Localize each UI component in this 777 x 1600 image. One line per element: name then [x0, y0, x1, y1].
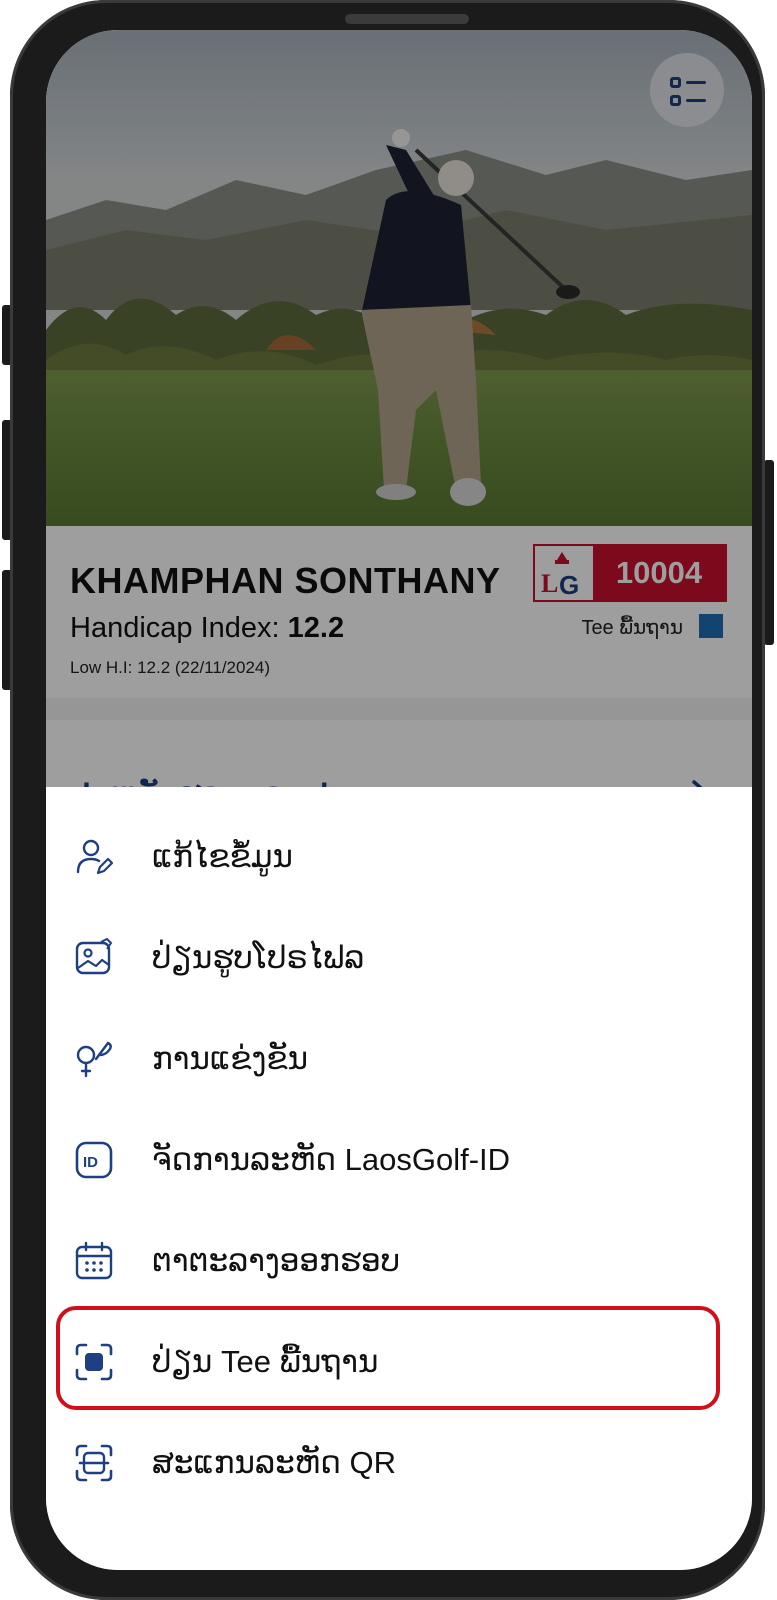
menu-item-change-photo[interactable]: ປ່ຽນຮູບໂປຣໄຟລ — [46, 910, 752, 1006]
calendar-icon — [75, 1241, 113, 1280]
menu-item-change-default-tee[interactable]: ປ່ຽນ Tee ພື້ນຖານ — [46, 1314, 752, 1410]
phone-frame: KHAMPHAN SONTHANY Handicap Index: 12.2 L… — [10, 0, 765, 1600]
menu-item-scan-qr[interactable]: ສະແກນລະຫັດ QR — [46, 1415, 752, 1511]
app-screen: KHAMPHAN SONTHANY Handicap Index: 12.2 L… — [46, 30, 752, 1570]
phone-power-button — [764, 460, 774, 645]
qr-scan-icon — [75, 1444, 113, 1482]
menu-item-label: ສະແກນລະຫັດ QR — [152, 1445, 396, 1480]
modal-backdrop[interactable] — [46, 30, 752, 790]
id-badge-icon: ID — [75, 1141, 113, 1179]
profile-options-sheet: ແກ້ໄຂຂໍ້ມູນ ປ່ຽນຮູບໂປຣໄຟລ ການແຂ່ງຂັນ ID … — [46, 787, 752, 1570]
image-edit-icon — [75, 938, 113, 975]
menu-item-label: ຕາຕະລາງອອກຮອບ — [152, 1243, 401, 1278]
phone-speaker — [345, 14, 469, 24]
menu-item-edit-profile[interactable]: ແກ້ໄຂຂໍ້ມູນ — [46, 809, 752, 905]
svg-text:ID: ID — [83, 1154, 98, 1171]
menu-item-tournaments[interactable]: ການແຂ່ງຂັນ — [46, 1011, 752, 1107]
menu-item-label: ການແຂ່ງຂັນ — [152, 1041, 309, 1076]
menu-item-label: ຈັດການລະຫັດ LaosGolf-ID — [152, 1142, 511, 1177]
menu-item-label: ປ່ຽນ Tee ພື້ນຖານ — [152, 1344, 379, 1379]
menu-item-label: ປ່ຽນຮູບໂປຣໄຟລ — [152, 940, 365, 975]
user-edit-icon — [76, 839, 114, 875]
menu-item-tee-time-schedule[interactable]: ຕາຕະລາງອອກຮອບ — [46, 1213, 752, 1309]
menu-item-label: ແກ້ໄຂຂໍ້ມູນ — [152, 839, 293, 874]
menu-item-manage-laosgolf-id[interactable]: ID ຈັດການລະຫັດ LaosGolf-ID — [46, 1112, 752, 1208]
golf-club-icon — [76, 1041, 112, 1078]
tee-select-icon — [75, 1343, 113, 1381]
